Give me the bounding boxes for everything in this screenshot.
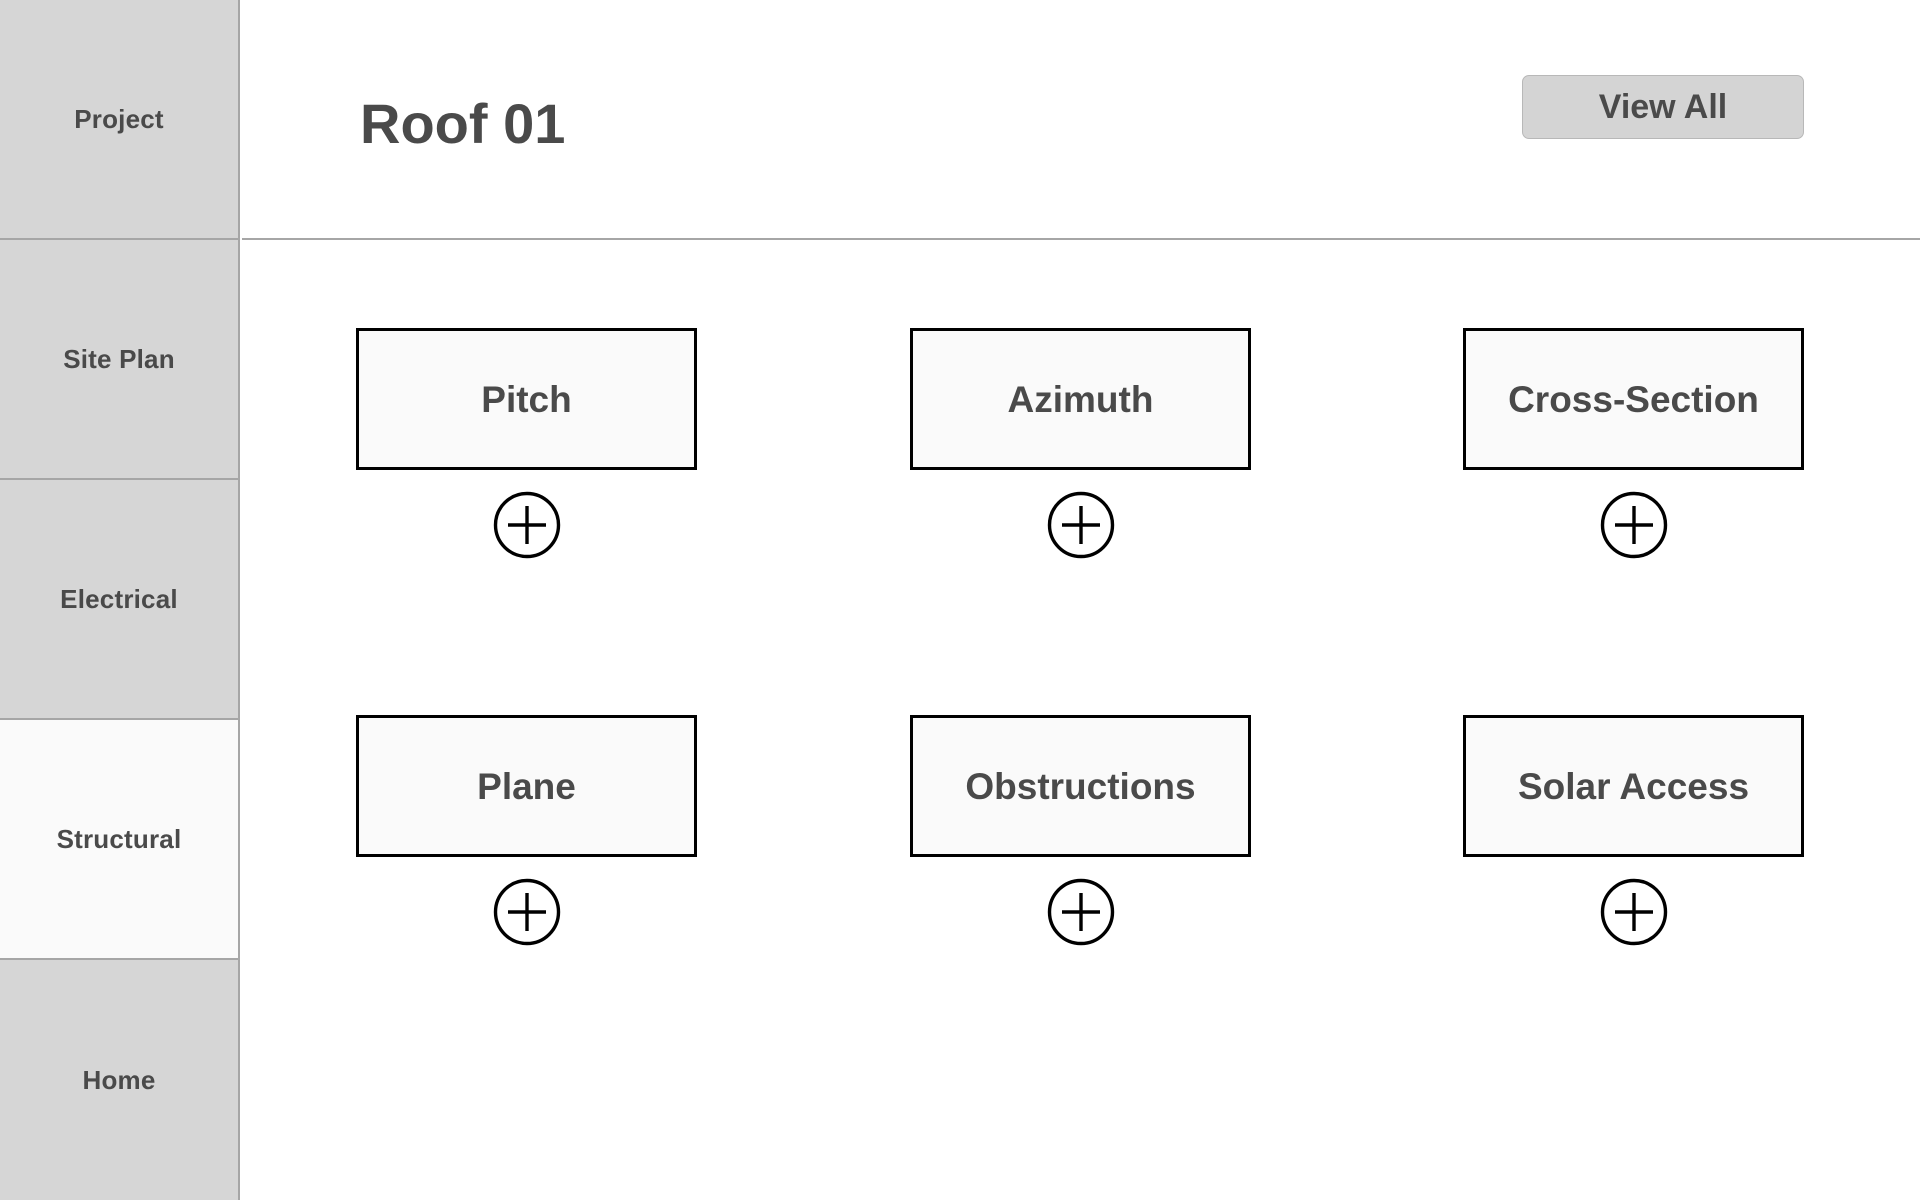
tile-label: Azimuth (1007, 378, 1154, 420)
tile-cell: Azimuth (910, 328, 1251, 559)
sidebar-item-site-plan[interactable]: Site Plan (0, 240, 238, 480)
tile-card-azimuth[interactable]: Azimuth (910, 328, 1251, 470)
tile-cell: Pitch (356, 328, 697, 559)
tile-add-row (356, 878, 697, 946)
header: Roof 01 View All (242, 0, 1920, 238)
tile-add-row (1463, 491, 1804, 559)
sidebar: Project Site Plan Electrical Structural … (0, 0, 240, 1200)
main-content: Pitch Azimuth Cross-Section Plane Obstru… (242, 240, 1920, 1200)
tile-add-row (1463, 878, 1804, 946)
sidebar-item-home[interactable]: Home (0, 960, 238, 1200)
sidebar-item-project[interactable]: Project (0, 0, 238, 240)
tile-add-row (356, 491, 697, 559)
sidebar-item-label: Home (82, 1065, 156, 1095)
tile-label: Plane (477, 765, 576, 807)
tile-add-row (910, 491, 1251, 559)
plus-circle-icon[interactable] (493, 491, 561, 559)
tile-label: Pitch (481, 378, 572, 420)
tile-card-cross-section[interactable]: Cross-Section (1463, 328, 1804, 470)
tile-cell: Plane (356, 715, 697, 946)
sidebar-item-structural[interactable]: Structural (0, 720, 238, 960)
view-all-button-label: View All (1598, 88, 1728, 126)
tile-label: Cross-Section (1508, 378, 1759, 420)
sidebar-item-label: Site Plan (63, 344, 175, 374)
tile-label: Solar Access (1517, 765, 1750, 807)
tile-card-solar-access[interactable]: Solar Access (1463, 715, 1804, 857)
tile-grid: Pitch Azimuth Cross-Section Plane Obstru… (242, 240, 1920, 1200)
plus-circle-icon[interactable] (493, 878, 561, 946)
plus-circle-icon[interactable] (1047, 878, 1115, 946)
plus-circle-icon[interactable] (1600, 491, 1668, 559)
tile-label: Obstructions (965, 765, 1196, 807)
tile-add-row (910, 878, 1251, 946)
sidebar-item-electrical[interactable]: Electrical (0, 480, 238, 720)
sidebar-item-label: Project (74, 104, 164, 134)
tile-card-plane[interactable]: Plane (356, 715, 697, 857)
page-title: Roof 01 (360, 91, 566, 155)
plus-circle-icon[interactable] (1047, 491, 1115, 559)
tile-cell: Obstructions (910, 715, 1251, 946)
plus-circle-icon[interactable] (1600, 878, 1668, 946)
tile-card-pitch[interactable]: Pitch (356, 328, 697, 470)
view-all-button[interactable]: View All (1522, 75, 1804, 139)
tile-cell: Solar Access (1463, 715, 1804, 946)
tile-cell: Cross-Section (1463, 328, 1804, 559)
app-root: Project Site Plan Electrical Structural … (0, 0, 1920, 1200)
sidebar-item-label: Electrical (60, 584, 178, 614)
tile-card-obstructions[interactable]: Obstructions (910, 715, 1251, 857)
sidebar-item-label: Structural (56, 824, 182, 854)
